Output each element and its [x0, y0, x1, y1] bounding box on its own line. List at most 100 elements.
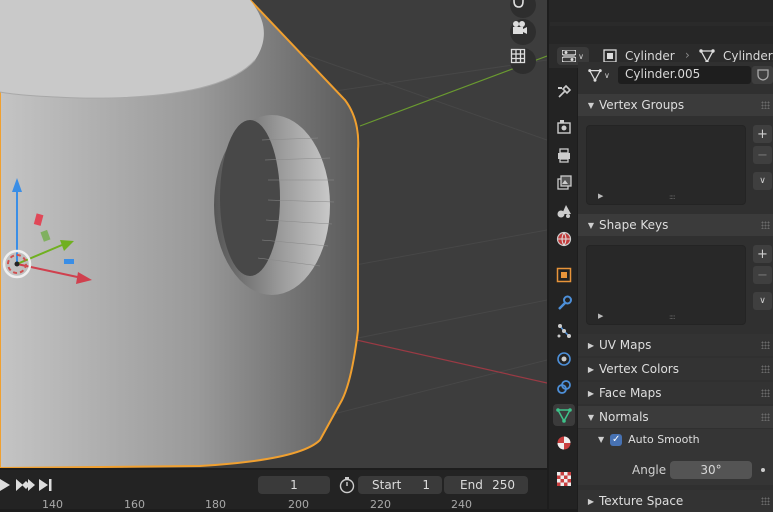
3d-viewport[interactable]: [0, 0, 547, 468]
drag-grip-icon[interactable]: [761, 365, 770, 373]
texture-icon[interactable]: [553, 468, 575, 490]
ruler-tick: 240: [451, 498, 472, 511]
mesh-data-tab-icon[interactable]: [553, 404, 575, 426]
section-vertex-groups[interactable]: ▼ Vertex Groups: [578, 94, 773, 116]
section-label: Face Maps: [599, 386, 662, 400]
plus-icon: +: [757, 246, 768, 262]
remove-shape-key-button[interactable]: −: [753, 266, 772, 284]
world-icon[interactable]: [553, 228, 575, 250]
viewport-scene: [0, 0, 547, 468]
list-filter-expand-icon[interactable]: ▶: [598, 192, 603, 200]
grid-ortho-icon[interactable]: [510, 48, 536, 74]
constraints-icon[interactable]: [553, 376, 575, 398]
timeline: 1 Start 1 End 250 140 160 180 200 220 24…: [0, 470, 547, 511]
chevron-down-icon: ∨: [759, 176, 766, 186]
list-resize-grip-icon[interactable]: ::::: [669, 313, 676, 321]
add-shape-key-button[interactable]: +: [753, 245, 772, 263]
keyframe-dot-icon[interactable]: [761, 468, 765, 472]
section-label: UV Maps: [599, 338, 652, 352]
auto-smooth-label: Auto Smooth: [628, 433, 700, 446]
camera-icon[interactable]: [510, 19, 536, 45]
section-label: Normals: [599, 410, 649, 424]
minus-icon: −: [757, 147, 768, 163]
ruler-tick: 220: [370, 498, 391, 511]
outliner-divider: [550, 22, 773, 26]
list-resize-grip-icon[interactable]: ::::: [669, 193, 676, 201]
triangle-right-icon: ▶: [587, 388, 595, 398]
properties-editor-icon: [562, 50, 577, 62]
section-vertex-colors[interactable]: ▶ Vertex Colors: [578, 358, 773, 380]
chevron-down-icon: ∨: [604, 70, 610, 80]
vertex-group-specials-button[interactable]: ∨: [753, 172, 772, 190]
section-label: Vertex Colors: [599, 362, 679, 376]
auto-smooth-checkbox[interactable]: ✓: [610, 433, 623, 446]
shield-icon: [756, 69, 769, 81]
fake-user-button[interactable]: [752, 66, 773, 84]
breadcrumb-separator: ›: [685, 48, 690, 62]
view-layer-icon[interactable]: [553, 172, 575, 194]
drag-grip-icon[interactable]: [761, 413, 770, 421]
drag-grip-icon[interactable]: [761, 101, 770, 109]
jump-end-icon[interactable]: [38, 476, 54, 497]
physics-icon[interactable]: [553, 348, 575, 370]
current-frame-value: 1: [290, 478, 298, 492]
section-shape-keys[interactable]: ▼ Shape Keys: [578, 214, 773, 236]
mesh-data-icon: [588, 69, 602, 82]
end-label: End: [460, 478, 483, 492]
stopwatch-icon[interactable]: [338, 476, 356, 497]
section-face-maps[interactable]: ▶ Face Maps: [578, 382, 773, 404]
triangle-right-icon: ▶: [587, 496, 595, 506]
list-filter-expand-icon[interactable]: ▶: [598, 312, 603, 320]
triangle-down-icon: ▼: [587, 220, 595, 230]
drag-grip-icon[interactable]: [761, 389, 770, 397]
remove-vertex-group-button[interactable]: −: [753, 146, 772, 164]
output-icon[interactable]: [553, 144, 575, 166]
angle-field[interactable]: 30°: [670, 461, 752, 479]
shape-keys-list[interactable]: ▶ ::::: [586, 245, 746, 325]
data-block-name: Cylinder.005: [625, 67, 701, 81]
ruler-tick: 200: [288, 498, 309, 511]
current-frame-field[interactable]: 1: [258, 476, 330, 494]
render-icon[interactable]: [553, 116, 575, 138]
modifier-icon[interactable]: [553, 292, 575, 314]
start-frame-field[interactable]: Start 1: [358, 476, 442, 494]
scene-icon[interactable]: [553, 200, 575, 222]
drag-grip-icon[interactable]: [761, 221, 770, 229]
data-block-browse-button[interactable]: ∨: [588, 66, 616, 84]
section-label: Shape Keys: [599, 218, 669, 232]
drag-grip-icon[interactable]: [761, 341, 770, 349]
section-uv-maps[interactable]: ▶ UV Maps: [578, 334, 773, 356]
end-value: 250: [492, 478, 515, 492]
section-normals[interactable]: ▼ Normals: [578, 406, 773, 428]
angle-label: Angle: [632, 463, 667, 477]
object-name[interactable]: Cylinder: [625, 49, 675, 63]
add-vertex-group-button[interactable]: +: [753, 125, 772, 143]
minus-icon: −: [757, 267, 768, 283]
chevron-down-icon: ∨: [759, 296, 766, 306]
triangle-down-icon: ▼: [587, 100, 595, 110]
triangle-down-icon: ▼: [587, 412, 595, 422]
particles-icon[interactable]: [553, 320, 575, 342]
ruler-tick: 140: [42, 498, 63, 511]
vertex-groups-list[interactable]: ▶ ::::: [586, 125, 746, 205]
triangle-right-icon: ▶: [587, 364, 595, 374]
chevron-down-icon: ∨: [578, 51, 584, 61]
auto-smooth-row[interactable]: ▼ ✓ Auto Smooth: [598, 433, 700, 446]
triangle-right-icon: ▶: [587, 340, 595, 350]
drag-grip-icon[interactable]: [761, 497, 770, 505]
data-block-name-field[interactable]: Cylinder.005: [618, 66, 751, 84]
shape-key-specials-button[interactable]: ∨: [753, 292, 772, 310]
start-value: 1: [422, 478, 430, 492]
ruler-tick: 160: [124, 498, 145, 511]
end-frame-field[interactable]: End 250: [444, 476, 528, 494]
mesh-name[interactable]: Cylinder.0: [723, 49, 773, 63]
play-icon[interactable]: [0, 476, 12, 497]
tool-icon[interactable]: [553, 81, 575, 103]
plus-icon: +: [757, 126, 768, 142]
jump-keyframe-icon[interactable]: [16, 476, 36, 497]
angle-value: 30°: [700, 463, 722, 477]
material-icon[interactable]: [553, 432, 575, 454]
object-properties-icon[interactable]: [553, 264, 575, 286]
section-label: Texture Space: [599, 494, 684, 508]
triangle-down-icon: ▼: [598, 435, 605, 444]
